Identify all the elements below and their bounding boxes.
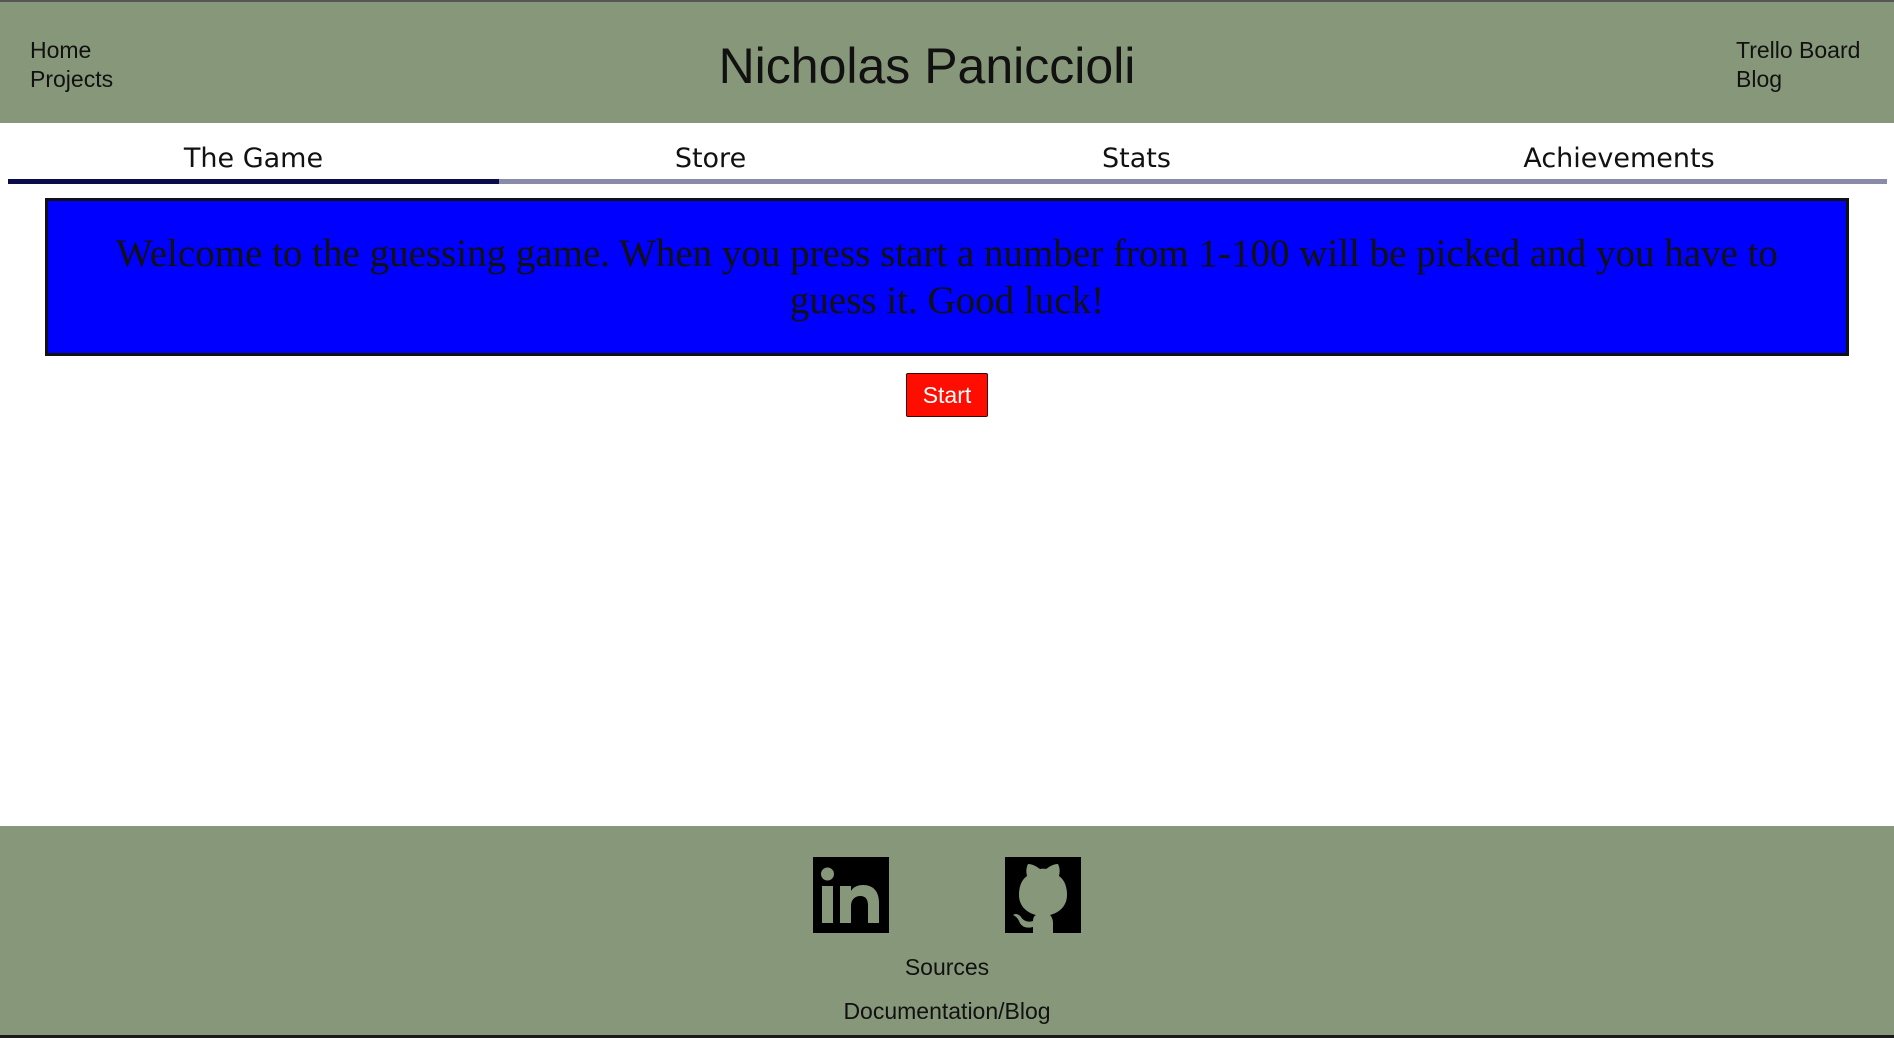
header-nav-right: Trello Board Blog [1736, 36, 1860, 94]
tab-store[interactable]: Store [499, 140, 922, 184]
linkedin-icon[interactable] [813, 857, 889, 933]
nav-link-trello-board[interactable]: Trello Board [1736, 36, 1860, 65]
welcome-box: Welcome to the guessing game. When you p… [45, 198, 1849, 356]
site-header: Home Projects Nicholas Paniccioli Trello… [0, 2, 1894, 123]
welcome-text: Welcome to the guessing game. When you p… [116, 232, 1778, 322]
game-tabs: The Game Store Stats Achievements [8, 140, 1887, 184]
github-icon[interactable] [1005, 857, 1081, 933]
site-footer: Sources Documentation/Blog [0, 826, 1894, 1038]
tab-stats[interactable]: Stats [922, 140, 1351, 184]
start-button[interactable]: Start [906, 373, 988, 417]
site-title: Nicholas Paniccioli [718, 38, 1136, 94]
tab-the-game[interactable]: The Game [8, 140, 499, 184]
documentation-blog-link[interactable]: Documentation/Blog [0, 998, 1894, 1025]
nav-link-blog[interactable]: Blog [1736, 65, 1860, 94]
sources-link[interactable]: Sources [0, 954, 1894, 981]
tab-achievements[interactable]: Achievements [1351, 140, 1887, 184]
